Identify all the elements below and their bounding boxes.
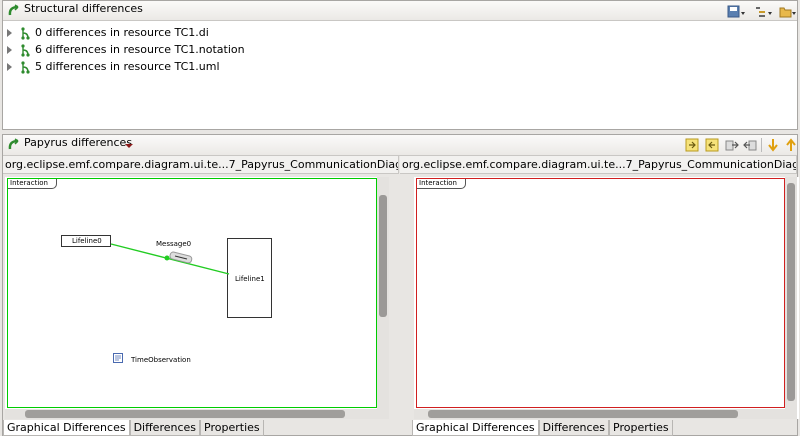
left-diagram-canvas[interactable]: Interaction Lifeline0 Lifeline1 Message0… <box>5 177 389 419</box>
message0-label: Message0 <box>156 240 192 248</box>
dropdown-arrow-icon[interactable] <box>124 143 134 149</box>
time-observation-icon[interactable] <box>113 353 123 363</box>
tree-row-notation[interactable]: 6 differences in resource TC1.notation <box>5 42 505 59</box>
structural-title: Structural differences <box>24 2 143 15</box>
diff-tree-icon <box>21 44 30 57</box>
scroll-thumb[interactable] <box>379 195 387 317</box>
tab-properties[interactable]: Properties <box>609 420 673 436</box>
copy-right-icon[interactable] <box>725 138 739 152</box>
tree-row-label: 5 differences in resource TC1.uml <box>35 60 220 73</box>
right-vertical-scrollbar[interactable] <box>785 177 797 409</box>
pane-divider <box>392 177 412 419</box>
scroll-thumb[interactable] <box>428 410 738 418</box>
left-horizontal-scrollbar[interactable] <box>5 409 389 419</box>
diff-tree-icon <box>21 61 30 74</box>
copy-left-icon[interactable] <box>743 138 757 152</box>
group-dropdown-button[interactable] <box>755 5 775 22</box>
scroll-thumb[interactable] <box>25 410 345 418</box>
compare-icon <box>8 138 19 150</box>
papyrus-title: Papyrus differences <box>24 136 133 149</box>
compare-icon <box>8 4 19 16</box>
expand-icon[interactable] <box>7 63 12 71</box>
structural-header: Structural differences <box>3 1 797 21</box>
right-resource-path: org.eclipse.emf.compare.diagram.ui.te...… <box>400 156 797 174</box>
copy-all-left-icon[interactable] <box>705 138 719 152</box>
copy-all-right-icon[interactable] <box>685 138 699 152</box>
folder-icon <box>779 7 796 18</box>
papyrus-header: Papyrus differences <box>3 135 797 156</box>
tab-properties[interactable]: Properties <box>200 420 264 436</box>
save-dropdown-button[interactable] <box>727 5 747 22</box>
left-vertical-scrollbar[interactable] <box>377 177 389 409</box>
filter-dropdown-button[interactable] <box>779 5 799 22</box>
tab-graphical-differences[interactable]: Graphical Differences <box>3 420 130 436</box>
group-icon <box>756 7 772 17</box>
next-difference-icon[interactable] <box>767 138 779 152</box>
frame-label: Interaction <box>417 179 466 189</box>
diff-tree-icon <box>21 27 30 40</box>
tab-graphical-differences[interactable]: Graphical Differences <box>412 420 539 436</box>
tree-row-uml[interactable]: 5 differences in resource TC1.uml <box>5 59 505 76</box>
left-resource-path: org.eclipse.emf.compare.diagram.ui.te...… <box>3 156 399 174</box>
toolbar-separator <box>761 138 762 152</box>
tab-differences[interactable]: Differences <box>538 420 610 436</box>
left-tab-bar: Graphical Differences Differences Properti… <box>3 420 264 436</box>
expand-icon[interactable] <box>7 46 12 54</box>
structural-tree: 0 differences in resource TC1.di 6 diffe… <box>5 25 505 76</box>
right-diagram-canvas[interactable]: Interaction <box>414 177 799 419</box>
message-connector <box>110 243 230 275</box>
papyrus-differences-panel: Papyrus differences org.eclipse.emf.comp… <box>2 134 799 436</box>
right-tab-bar: Graphical Differences Differences Properti… <box>412 420 673 436</box>
save-icon <box>727 5 745 18</box>
right-horizontal-scrollbar[interactable] <box>414 409 797 419</box>
tree-row-label: 0 differences in resource TC1.di <box>35 26 209 39</box>
scroll-thumb[interactable] <box>787 183 795 401</box>
structural-differences-panel: Structural differences 0 differences in … <box>2 0 798 130</box>
time-observation-label: TimeObservation <box>131 356 191 364</box>
previous-difference-icon[interactable] <box>785 138 797 152</box>
tree-row-label: 6 differences in resource TC1.notation <box>35 43 245 56</box>
tab-differences[interactable]: Differences <box>129 420 201 436</box>
right-interaction-frame[interactable]: Interaction <box>416 178 785 408</box>
tree-row-di[interactable]: 0 differences in resource TC1.di <box>5 25 505 42</box>
expand-icon[interactable] <box>7 29 12 37</box>
